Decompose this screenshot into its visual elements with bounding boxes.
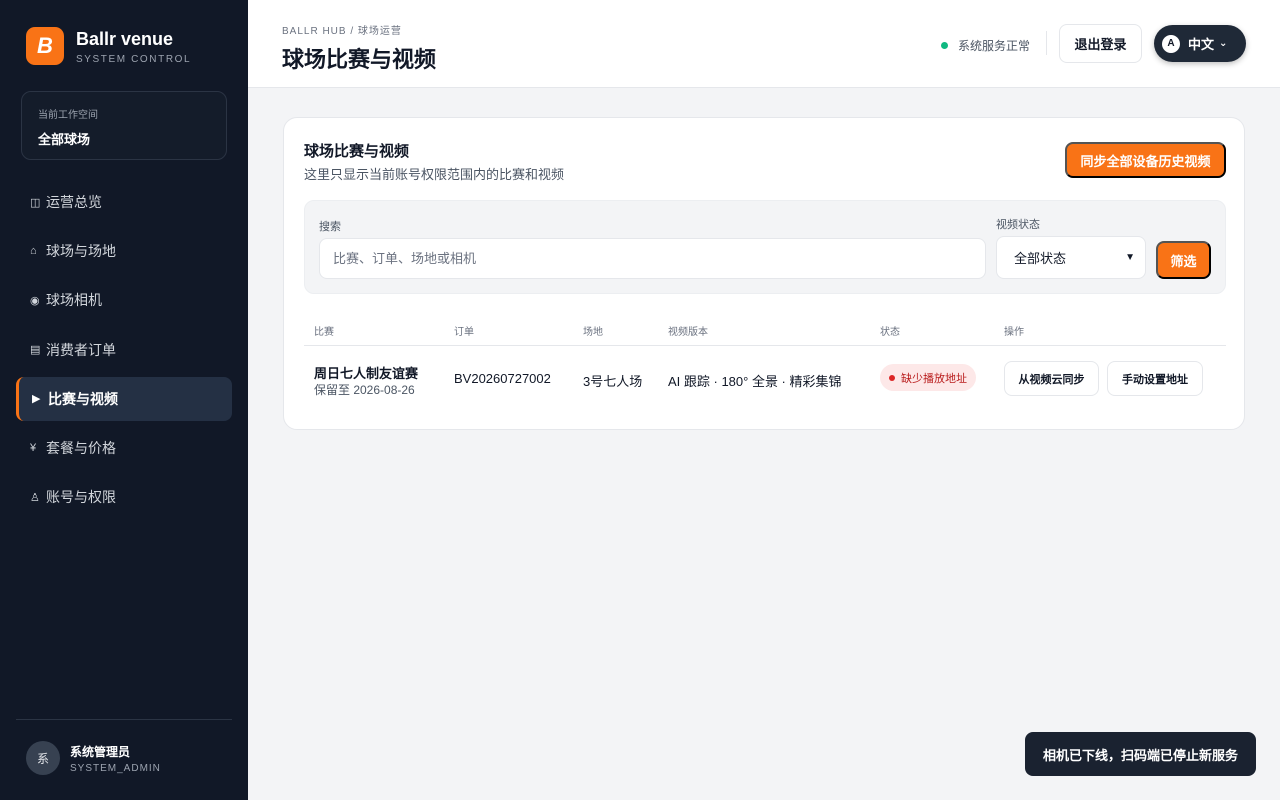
match-retain-date: 保留至 2026-08-26 [314,383,415,397]
sidebar-item-packages[interactable]: ¥ 套餐与价格 [16,426,232,470]
sidebar-item-cameras[interactable]: ◉ 球场相机 [16,278,232,322]
video-status-label: 视频状态 [996,219,1040,231]
sidebar-item-label: 运营总览 [46,194,102,210]
sidebar-item-label: 球场与场地 [46,243,116,260]
brand-name: Ballr venue [76,28,174,49]
card-title: 球场比赛与视频 [304,143,410,160]
column-header-match: 比赛 [314,327,334,338]
column-header-order: 订单 [454,327,474,338]
column-header-video: 视频版本 [668,327,708,338]
filter-button[interactable]: 筛选 [1156,241,1211,279]
user-role: SYSTEM_ADMIN [70,763,161,774]
search-label: 搜索 [319,221,341,233]
sync-from-cloud-button[interactable]: 从视频云同步 [1004,361,1099,396]
user-profile[interactable]: 系 系统管理员 SYSTEM_ADMIN [16,719,232,800]
sidebar-item-label: 比赛与视频 [48,390,118,407]
toast-notification: 相机已下线，扫码端已停止新服务 [1025,732,1256,776]
sidebar-item-label: 套餐与价格 [46,439,116,456]
table-row: 周日七人制友谊赛 保留至 2026-08-26 BV20260727002 3号… [304,346,1226,412]
sidebar-item-label: 球场相机 [46,292,102,309]
set-url-manually-button[interactable]: 手动设置地址 [1107,361,1203,396]
matches-table: 比赛 订单 场地 视频版本 状态 操作 周日七人制友谊赛 保留至 2026-08… [304,310,1226,412]
video-status-value: 全部状态 [1014,251,1067,266]
matches-videos-card: 球场比赛与视频 这里只显示当前账号权限范围内的比赛和视频 同步全部设备历史视频 … [283,117,1245,430]
brand-subtitle: SYSTEM CONTROL [76,53,192,65]
status-dot-icon [889,374,895,381]
overview-icon: ◫ [30,196,41,209]
card-subtitle: 这里只显示当前账号权限范围内的比赛和视频 [304,167,565,182]
status-badge: 缺少播放地址 [880,364,976,391]
sidebar-item-accounts[interactable]: ♙ 账号与权限 [16,475,232,519]
avatar: 系 [26,741,60,775]
workspace-selector[interactable]: 当前工作空间 全部球场 [21,91,227,160]
camera-icon: ◉ [30,294,40,307]
orders-icon: ▤ [30,344,41,357]
page-title: 球场比赛与视频 [282,47,437,72]
filter-panel: 搜索 视频状态 全部状态 ▼ 筛选 [304,200,1226,294]
table-header: 比赛 订单 场地 视频版本 状态 操作 [304,310,1226,346]
header-divider [1046,31,1047,55]
language-icon: A [1162,34,1180,53]
column-header-actions: 操作 [1004,327,1024,338]
sidebar-item-matches-videos[interactable]: ▶ 比赛与视频 [16,376,232,421]
sidebar: B Ballr venue SYSTEM CONTROL 当前工作空间 全部球场… [0,0,248,800]
user-name: 系统管理员 [70,745,131,759]
video-versions: AI 跟踪 · 180° 全景 · 精彩集锦 [668,374,842,389]
system-status: 系统服务正常 [941,37,1030,54]
field-name: 3号七人场 [583,374,643,389]
video-status-select[interactable]: 全部状态 ▼ [996,236,1146,279]
sidebar-nav: ◫ 运营总览 ⌂ 球场与场地 ◉ 球场相机 ▤ 消费者订单 ▶ 比赛与视频 ¥ … [16,180,232,524]
user-icon: ♙ [30,491,40,504]
play-icon: ▶ [32,393,41,406]
chevron-down-icon: ▼ [1125,252,1135,263]
status-badge-text: 缺少播放地址 [901,372,967,385]
language-switcher[interactable]: A 中文 ⌄ [1154,25,1246,62]
match-name: 周日七人制友谊赛 [314,366,419,381]
language-label: 中文 [1188,37,1215,52]
sidebar-item-orders[interactable]: ▤ 消费者订单 [16,328,232,372]
workspace-label: 当前工作空间 [38,110,98,121]
home-icon: ⌂ [30,245,37,258]
sidebar-item-overview[interactable]: ◫ 运营总览 [16,180,232,224]
logout-button[interactable]: 退出登录 [1059,24,1142,63]
breadcrumb: BALLR HUB / 球场运营 [282,26,402,37]
yen-icon: ¥ [30,441,37,454]
workspace-value: 全部球场 [38,132,91,147]
status-dot-icon [941,42,948,49]
sidebar-item-label: 消费者订单 [46,341,116,358]
sidebar-item-label: 账号与权限 [46,489,116,506]
sidebar-item-venues[interactable]: ⌂ 球场与场地 [16,229,232,273]
system-status-text: 系统服务正常 [958,39,1031,53]
sync-all-history-button[interactable]: 同步全部设备历史视频 [1065,142,1226,178]
brand-logo: B [26,27,64,65]
search-input[interactable] [319,238,986,279]
column-header-field: 场地 [583,327,603,338]
brand[interactable]: B Ballr venue SYSTEM CONTROL [26,27,191,65]
top-header: BALLR HUB / 球场运营 球场比赛与视频 系统服务正常 退出登录 A 中… [248,0,1280,88]
chevron-down-icon: ⌄ [1219,38,1228,49]
order-number: BV20260727002 [454,371,551,386]
column-header-status: 状态 [880,327,900,338]
